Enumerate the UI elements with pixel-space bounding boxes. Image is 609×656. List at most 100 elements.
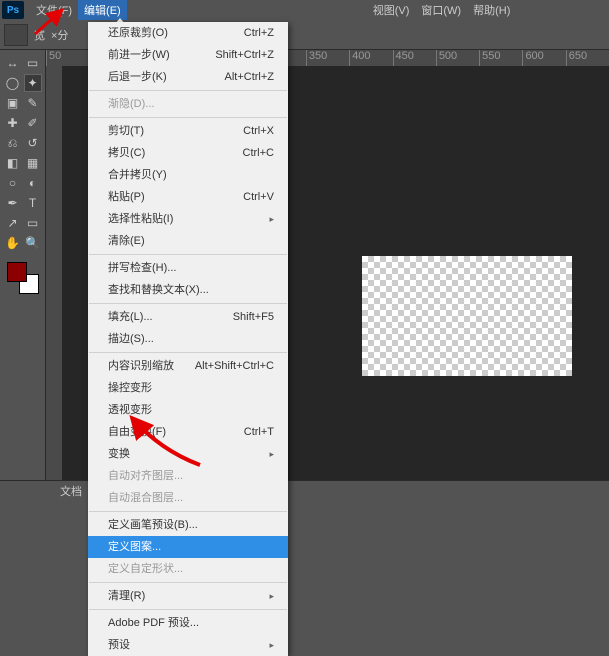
brush-tool-icon[interactable]: ✐ xyxy=(24,114,42,132)
zoom-tool-icon[interactable]: 🔍 xyxy=(24,234,42,252)
menu-item-label: 还原裁剪(O) xyxy=(108,25,168,41)
gradient-tool-icon[interactable]: ▦ xyxy=(24,154,42,172)
lasso-tool-icon[interactable]: ◯ xyxy=(4,74,22,92)
menu-separator xyxy=(89,254,287,255)
menu-item-shortcut: Alt+Ctrl+Z xyxy=(224,69,274,85)
menu-item-label: 预设 xyxy=(108,637,130,653)
ruler-tick: 400 xyxy=(349,50,392,66)
dodge-tool-icon[interactable]: ◐ xyxy=(24,174,42,192)
menu-item-10[interactable]: 选择性粘贴(I) xyxy=(88,208,288,230)
menu-item-label: 自由变换(F) xyxy=(108,424,166,440)
menu-item-0[interactable]: 还原裁剪(O)Ctrl+Z xyxy=(88,22,288,44)
menu-item-shortcut: Ctrl+V xyxy=(243,189,274,205)
crop-tool-icon[interactable]: ▣ xyxy=(4,94,22,112)
menu-item-7[interactable]: 拷贝(C)Ctrl+C xyxy=(88,142,288,164)
menu-item-label: 内容识别缩放 xyxy=(108,358,174,374)
menu-item-25: 自动混合图层... xyxy=(88,487,288,509)
menu-item-label: 自动对齐图层... xyxy=(108,468,183,484)
menu-item-shortcut: Ctrl+T xyxy=(244,424,274,440)
ruler-tick: 650 xyxy=(566,50,609,66)
menu-item-1[interactable]: 前进一步(W) Shift+Ctrl+Z xyxy=(88,44,288,66)
menu-item-20[interactable]: 操控变形 xyxy=(88,377,288,399)
document-canvas[interactable] xyxy=(362,256,572,376)
blur-tool-icon[interactable]: ○ xyxy=(4,174,22,192)
menu-item-34[interactable]: 预设 xyxy=(88,634,288,656)
menu-item-label: 查找和替换文本(X)... xyxy=(108,282,209,298)
ruler-tick: 350 xyxy=(306,50,349,66)
type-tool-icon[interactable]: T xyxy=(24,194,42,212)
options-label-1: 宽 xyxy=(34,27,45,43)
menu-item-22[interactable]: 自由变换(F) Ctrl+T xyxy=(88,421,288,443)
menu-item-24: 自动对齐图层... xyxy=(88,465,288,487)
menu-help[interactable]: 帮助(H) xyxy=(467,0,516,20)
ruler-tick: 550 xyxy=(479,50,522,66)
menu-item-label: 变换 xyxy=(108,446,130,462)
menu-item-label: 前进一步(W) xyxy=(108,47,170,63)
menu-item-label: 清理(R) xyxy=(108,588,145,604)
menu-item-shortcut: Alt+Shift+Ctrl+C xyxy=(195,358,274,374)
shape-tool-icon[interactable]: ▭ xyxy=(24,214,42,232)
menu-item-label: 剪切(T) xyxy=(108,123,144,139)
menu-item-label: 描边(S)... xyxy=(108,331,154,347)
eyedropper-tool-icon[interactable]: ✎ xyxy=(24,94,42,112)
marquee-tool-icon[interactable]: ▭ xyxy=(24,54,42,72)
foreground-color-swatch[interactable] xyxy=(7,262,27,282)
menu-item-label: 选择性粘贴(I) xyxy=(108,211,173,227)
menu-view[interactable]: 视图(V) xyxy=(367,0,416,20)
menu-item-label: 渐隐(D)... xyxy=(108,96,154,112)
menu-item-shortcut: Ctrl+C xyxy=(243,145,274,161)
menu-item-label: 填充(L)... xyxy=(108,309,153,325)
menu-item-4: 渐隐(D)... xyxy=(88,93,288,115)
menu-separator xyxy=(89,117,287,118)
menu-item-17[interactable]: 描边(S)... xyxy=(88,328,288,350)
menu-item-label: 透视变形 xyxy=(108,402,152,418)
eraser-tool-icon[interactable]: ◧ xyxy=(4,154,22,172)
menu-item-19[interactable]: 内容识别缩放 Alt+Shift+Ctrl+C xyxy=(88,355,288,377)
ruler-tick: 450 xyxy=(393,50,436,66)
menu-item-31[interactable]: 清理(R) xyxy=(88,585,288,607)
menu-item-33[interactable]: Adobe PDF 预设... xyxy=(88,612,288,634)
ruler-vertical xyxy=(46,66,62,480)
heal-tool-icon[interactable]: ✚ xyxy=(4,114,22,132)
menu-item-8[interactable]: 合并拷贝(Y) xyxy=(88,164,288,186)
pen-tool-icon[interactable]: ✒ xyxy=(4,194,22,212)
menu-item-label: 拼写检查(H)... xyxy=(108,260,176,276)
menu-item-9[interactable]: 粘贴(P) Ctrl+V xyxy=(88,186,288,208)
edit-menu-dropdown: 还原裁剪(O)Ctrl+Z 前进一步(W) Shift+Ctrl+Z 后退一步(K)A… xyxy=(88,22,288,656)
menu-item-label: 操控变形 xyxy=(108,380,152,396)
ruler-tick: 500 xyxy=(436,50,479,66)
history-tool-icon[interactable]: ↺ xyxy=(24,134,42,152)
status-doc-label: 文档 xyxy=(60,483,82,499)
menu-item-label: 清除(E) xyxy=(108,233,145,249)
tool-preset-button[interactable] xyxy=(4,24,28,46)
stamp-tool-icon[interactable]: ⎌ xyxy=(4,134,22,152)
menu-item-label: 定义自定形状... xyxy=(108,561,183,577)
menu-item-label: 粘贴(P) xyxy=(108,189,145,205)
menu-file[interactable]: 文件(F) xyxy=(30,0,78,20)
menu-item-23[interactable]: 变换 xyxy=(88,443,288,465)
menu-item-28[interactable]: 定义图案... xyxy=(88,536,288,558)
move-tool-icon[interactable]: ↔ xyxy=(4,54,22,72)
tools-panel: ↔▭ ◯✦ ▣✎ ✚✐ ⎌↺ ◧▦ ○◐ ✒T ↗▭ ✋🔍 xyxy=(0,50,46,480)
menu-item-6[interactable]: 剪切(T)Ctrl+X xyxy=(88,120,288,142)
menu-item-21[interactable]: 透视变形 xyxy=(88,399,288,421)
menu-item-13[interactable]: 拼写检查(H)... xyxy=(88,257,288,279)
menu-item-label: 合并拷贝(Y) xyxy=(108,167,167,183)
menu-item-label: 定义画笔预设(B)... xyxy=(108,517,198,533)
menu-item-27[interactable]: 定义画笔预设(B)... xyxy=(88,514,288,536)
menu-separator xyxy=(89,303,287,304)
ruler-tick: 50 xyxy=(46,50,89,66)
menu-item-11[interactable]: 清除(E) xyxy=(88,230,288,252)
menu-item-label: 自动混合图层... xyxy=(108,490,183,506)
menu-item-2[interactable]: 后退一步(K)Alt+Ctrl+Z xyxy=(88,66,288,88)
menu-window[interactable]: 窗口(W) xyxy=(415,0,467,20)
menu-item-shortcut: Shift+Ctrl+Z xyxy=(215,47,274,63)
path-tool-icon[interactable]: ↗ xyxy=(4,214,22,232)
menu-edit[interactable]: 编辑(E) xyxy=(78,0,127,20)
hand-tool-icon[interactable]: ✋ xyxy=(4,234,22,252)
wand-tool-icon[interactable]: ✦ xyxy=(24,74,42,92)
menu-item-16[interactable]: 填充(L)...Shift+F5 xyxy=(88,306,288,328)
submenu-arrow-icon xyxy=(269,637,274,653)
color-swatches[interactable] xyxy=(7,262,39,294)
menu-item-14[interactable]: 查找和替换文本(X)... xyxy=(88,279,288,301)
